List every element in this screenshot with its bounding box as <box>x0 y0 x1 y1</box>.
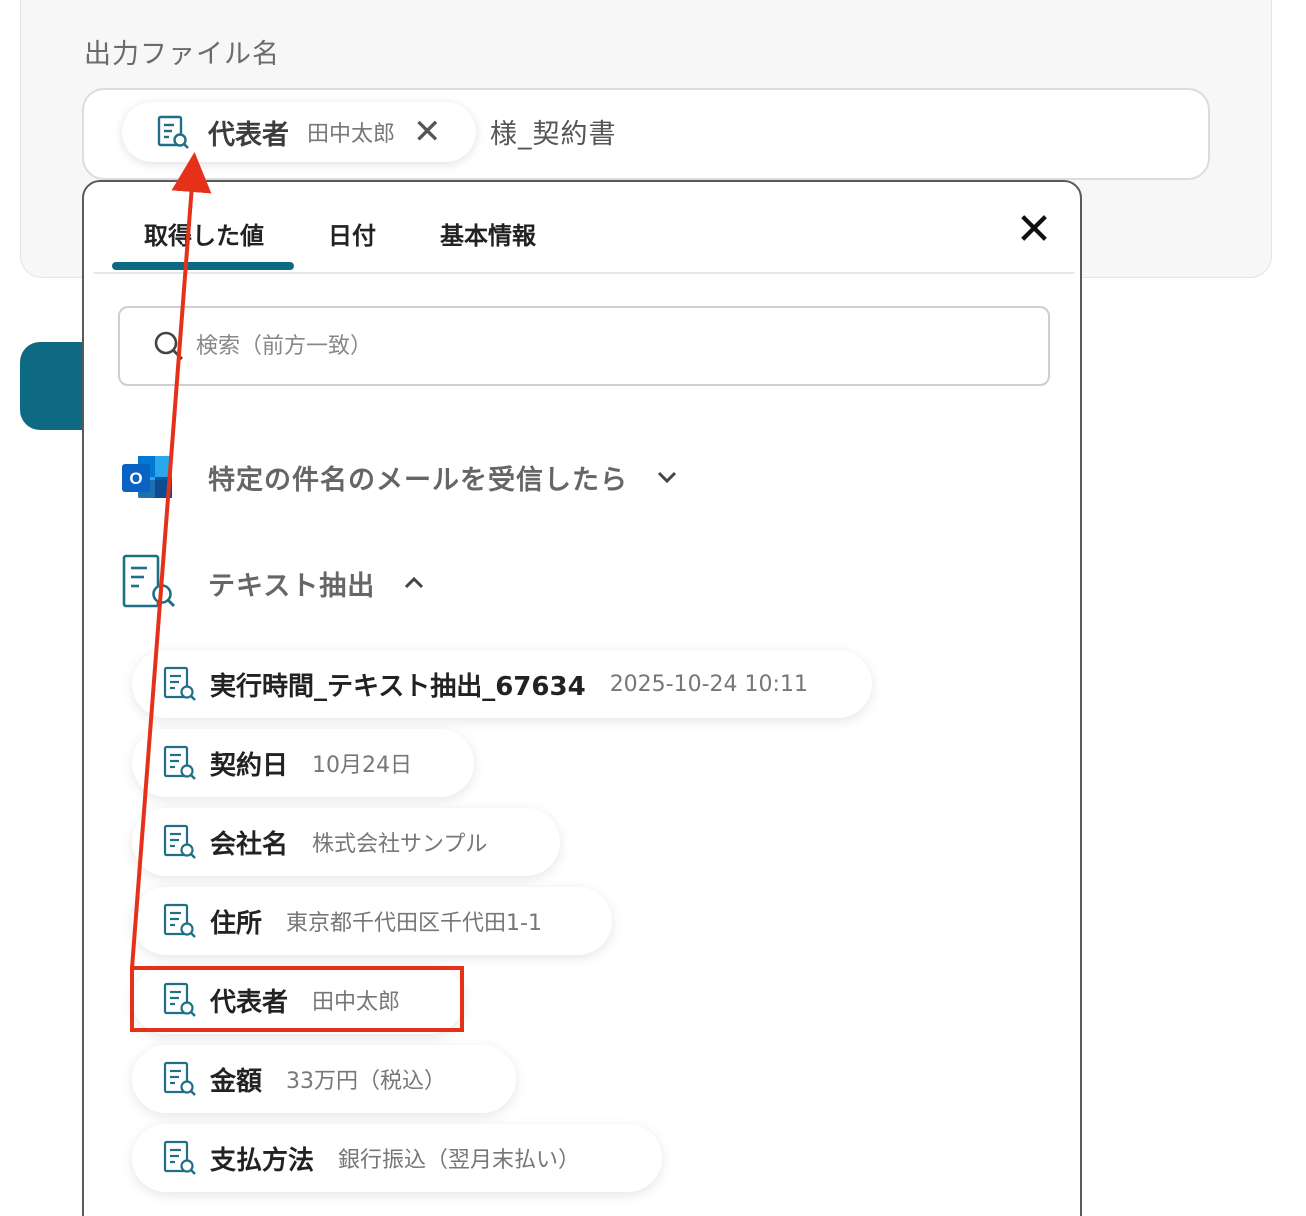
annotation-arrow <box>130 152 212 969</box>
stage: 出力ファイル名 代表者 田中太郎 ✕ 様_契約書 取得した値 日付 基本情報 ✕ <box>0 0 1306 1216</box>
